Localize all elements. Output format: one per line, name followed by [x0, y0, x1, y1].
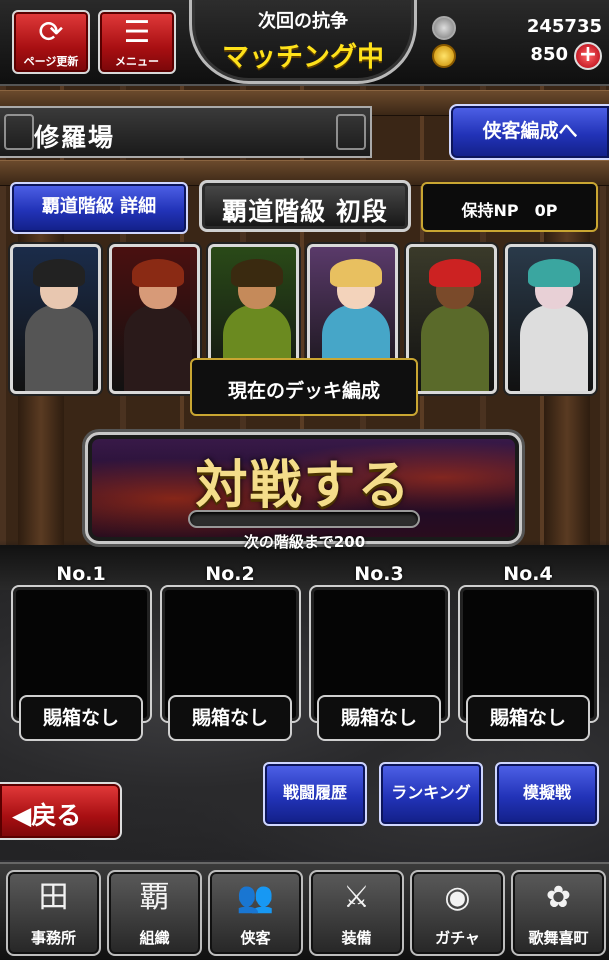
gem-counter: 850 +: [432, 42, 602, 70]
match-status-plate: 次回の抗争 マッチング中: [189, 0, 417, 84]
members-icon: 👥: [236, 880, 275, 915]
character-portrait: [421, 305, 489, 391]
slot-label-3: No.3: [354, 563, 404, 585]
rank-progress-bar: [188, 510, 420, 528]
battle-button-label: 対戦する: [195, 455, 412, 516]
slot-label-1: No.1: [56, 563, 106, 585]
crossed-swords-icon: ⚔: [343, 880, 370, 915]
deck-label: 現在のデッキ編成: [227, 380, 380, 402]
office-icon: 田: [38, 880, 69, 915]
refresh-icon: ⟳: [38, 15, 64, 50]
status-subtitle: 次回の抗争: [258, 11, 348, 32]
clan-icon: 覇: [139, 880, 170, 915]
nav-5-button[interactable]: ◉ ガチャ: [410, 870, 505, 956]
back-label: ◀戻る: [12, 801, 82, 830]
deck-card-2[interactable]: [109, 244, 200, 394]
mock-battle-button[interactable]: 模擬戦: [495, 762, 599, 826]
deck-card-1[interactable]: [10, 244, 101, 394]
gem-icon: [432, 44, 456, 68]
nav-label: 侠客: [240, 929, 271, 947]
np-label: 保持NP 0P: [461, 201, 558, 220]
bottom-nav: 田事務所覇組織 👥 侠客 ⚔ 装備 ◉ ガチャ ✿ 歌舞喜町: [0, 862, 609, 960]
nav-6-button[interactable]: ✿ 歌舞喜町: [511, 870, 606, 956]
rank-detail-button[interactable]: 覇道階級 詳細: [10, 182, 188, 234]
slot-status-3: 賜箱なし: [317, 695, 441, 741]
location-title: 修羅場: [34, 123, 116, 152]
character-hair: [132, 259, 184, 287]
slot-status-1: 賜箱なし: [19, 695, 143, 741]
ornament-icon: [4, 114, 34, 150]
refresh-button[interactable]: ⟳ ページ更新: [12, 10, 90, 74]
character-hair: [231, 259, 283, 287]
gacha-bowl-icon: ◉: [444, 880, 471, 915]
battle-history-button[interactable]: 戦闘履歴: [263, 762, 367, 826]
deck-label-box[interactable]: 現在のデッキ編成: [190, 358, 418, 416]
coin-counter: 245735: [432, 14, 602, 42]
nav-label: 装備: [341, 929, 372, 947]
coin-value: 245735: [526, 16, 602, 37]
town-crest-icon: ✿: [545, 880, 572, 915]
deck-card-6[interactable]: [505, 244, 596, 394]
character-portrait: [124, 305, 192, 391]
menu-button[interactable]: ☰ メニュー: [98, 10, 176, 74]
character-portrait: [25, 305, 93, 391]
nav-4-button[interactable]: ⚔ 装備: [309, 870, 404, 956]
nav-label: 事務所: [30, 929, 76, 947]
next-rank-text: 次の階級まで200: [243, 533, 366, 551]
location-bar: 修羅場: [0, 106, 372, 158]
top-bar: ⟳ ページ更新 ☰ メニュー 次回の抗争 マッチング中 245735 850 +: [0, 0, 609, 86]
add-gem-button[interactable]: +: [574, 42, 602, 70]
nav-1-button[interactable]: 田事務所: [6, 870, 101, 956]
deck-card-5[interactable]: [406, 244, 497, 394]
character-hair: [429, 259, 481, 287]
slot-label-4: No.4: [503, 563, 553, 585]
gem-value: 850: [530, 44, 568, 65]
character-portrait: [520, 305, 588, 391]
nav-label: 歌舞喜町: [528, 929, 589, 947]
rank-plate: 覇道階級 初段: [199, 180, 411, 232]
np-box: 保持NP 0P: [421, 182, 598, 232]
menu-list-icon: ☰: [123, 15, 151, 50]
nav-label: 組織: [139, 929, 170, 947]
character-hair: [33, 259, 85, 287]
back-button[interactable]: ◀戻る: [0, 782, 122, 840]
current-rank: 覇道階級 初段: [222, 197, 388, 226]
slot-status-2: 賜箱なし: [168, 695, 292, 741]
edit-members-button[interactable]: 侠客編成へ: [449, 104, 609, 160]
status-main: マッチング中: [222, 42, 384, 73]
refresh-label: ページ更新: [23, 55, 79, 68]
ornament-icon: [336, 114, 366, 150]
slot-label-2: No.2: [205, 563, 255, 585]
nav-2-button[interactable]: 覇組織: [107, 870, 202, 956]
nav-label: ガチャ: [435, 929, 480, 947]
nav-3-button[interactable]: 👥 侠客: [208, 870, 303, 956]
ranking-button[interactable]: ランキング: [379, 762, 483, 826]
character-hair: [528, 259, 580, 287]
character-hair: [330, 259, 382, 287]
menu-label: メニュー: [115, 55, 159, 68]
coin-icon: [432, 16, 456, 40]
slot-status-4: 賜箱なし: [466, 695, 590, 741]
